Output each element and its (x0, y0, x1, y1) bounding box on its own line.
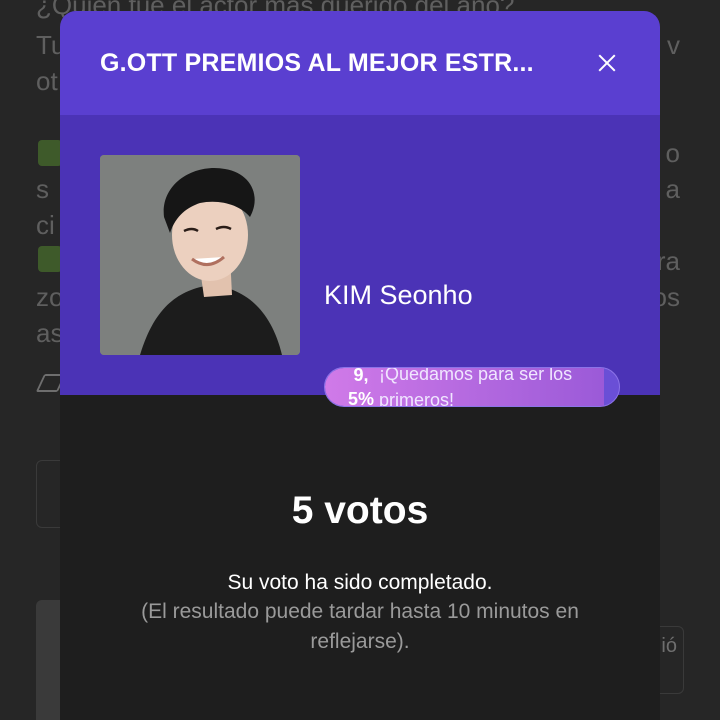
result-delay-note: (El resultado puede tardar hasta 10 minu… (141, 600, 579, 653)
vote-completed-text: Su voto ha sido completado. (227, 571, 493, 594)
candidate-photo (100, 155, 300, 355)
background-text-fragment: o (665, 138, 680, 168)
vote-result-modal: G.OTT PREMIOS AL MEJOR ESTR... KIM Seonh… (60, 11, 660, 720)
modal-header: G.OTT PREMIOS AL MEJOR ESTR... (60, 11, 660, 115)
candidate-card: KIM Seonho 9, 5% ¡Quedamos para ser los … (60, 115, 660, 407)
vote-percentage-line2: 5% (347, 389, 374, 407)
background-text-line: s (36, 174, 49, 204)
background-text-fragment: ra (656, 246, 680, 276)
background-text-fragment: v (667, 30, 680, 60)
candidate-message: ¡Quedamos para ser los primeros! (379, 367, 573, 407)
vote-result: 5 votos Su voto ha sido completado. (El … (60, 395, 660, 657)
checkmark-icon (38, 140, 62, 166)
vote-progress-bar: 9, 5% ¡Quedamos para ser los primeros! (324, 367, 620, 407)
background-text-fragment: a (665, 174, 680, 204)
close-icon[interactable] (594, 50, 620, 76)
vote-count: 5 votos (291, 489, 429, 532)
vote-percentage-line1: 9, (353, 367, 369, 385)
background-text-line: ci (36, 210, 55, 240)
modal-title: G.OTT PREMIOS AL MEJOR ESTR... (100, 48, 534, 77)
vote-percentage: 9, 5% (343, 367, 379, 407)
candidate-name: KIM Seonho (324, 280, 473, 310)
checkmark-icon (38, 246, 62, 272)
background-text-line: ot (36, 66, 58, 96)
